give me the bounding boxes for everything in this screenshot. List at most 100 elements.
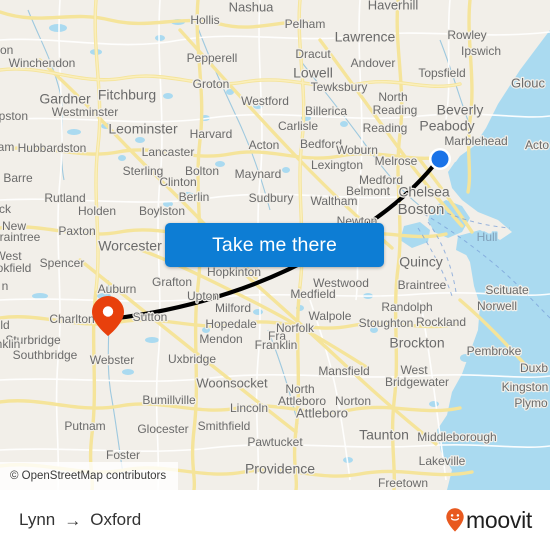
- map-place-label: Auburn: [98, 282, 137, 296]
- map-place-label: Hopedale: [205, 317, 257, 331]
- map-place-label: Lowell: [293, 65, 333, 81]
- map-place-label: Lexington: [311, 158, 363, 172]
- map-canvas[interactable]: Nashua Haverhill Hollis Pelham Lawrence Rowle…: [0, 0, 550, 490]
- map-place-label: Middleborough: [417, 430, 496, 444]
- map-place-label: Boylston: [139, 204, 185, 218]
- map-place-label: Worcester: [98, 238, 162, 254]
- map-place-label: Glouc: [511, 75, 545, 90]
- map-place-label: Sudbury: [249, 191, 294, 205]
- map-place-label: Paxton: [58, 224, 95, 238]
- map-place-label: Woonsocket: [196, 375, 268, 390]
- map-place-label: Southbridge: [13, 348, 78, 362]
- map-place-label: Glocester: [137, 422, 188, 436]
- map-place-label: Peabody: [419, 118, 474, 134]
- map-place-label: Topsfield: [418, 66, 465, 80]
- osm-attribution[interactable]: © OpenStreetMap contributors: [0, 462, 179, 490]
- map-place-label: Acto: [525, 138, 549, 152]
- origin-marker[interactable]: [429, 148, 451, 170]
- map-place-label: Carlisle: [278, 119, 318, 133]
- map-place-label: Medfield: [290, 287, 335, 301]
- map-place-label: Pelham: [285, 17, 326, 31]
- map-place-label: Holden: [78, 204, 116, 218]
- route-destination-label: Oxford: [90, 510, 142, 529]
- map-place-label: Hopkinton: [207, 265, 261, 279]
- map-place-label: Rockland: [416, 315, 466, 329]
- map-place-label: Andover: [351, 56, 396, 70]
- map-place-label: Smithfield: [198, 419, 251, 433]
- moovit-route-screenshot: Nashua Haverhill Hollis Pelham Lawrence Rowle…: [0, 0, 550, 550]
- map-place-label: Westminster: [52, 105, 118, 119]
- map-place-label: Charlton: [49, 312, 94, 326]
- map-place-label: Woburn: [336, 143, 378, 157]
- route-origin-label: Lynn: [19, 510, 56, 529]
- map-place-label: Hollis: [190, 13, 219, 27]
- map-place-label: Lawrence: [335, 29, 396, 45]
- map-place-label: Franklin: [255, 338, 298, 352]
- map-place-label: Fitchburg: [98, 87, 156, 103]
- map-place-label: Walpole: [309, 309, 352, 323]
- map-place-label: Braintree: [398, 278, 447, 292]
- map-place-label: Rutland: [44, 191, 85, 205]
- map-place-label: Norwell: [477, 299, 517, 313]
- map-place-label: Quincy: [399, 254, 443, 270]
- map-place-label: Milford: [215, 301, 251, 315]
- map-place-label: Reading: [373, 103, 418, 117]
- map-place-label: Westford: [241, 94, 289, 108]
- map-place-label: Ipswich: [461, 44, 501, 58]
- map-place-label: Grafton: [152, 275, 192, 289]
- map-place-label: Scituate: [485, 283, 529, 297]
- map-place-label: Stoughton: [359, 316, 414, 330]
- map-place-label: Plymo: [514, 396, 548, 410]
- map-place-label: Clinton: [159, 175, 196, 189]
- map-place-label: Groton: [193, 77, 230, 91]
- map-place-label: Randolph: [381, 300, 432, 314]
- map-place-label: Winchendon: [9, 56, 76, 70]
- map-place-label: Billerica: [305, 104, 347, 118]
- osm-attribution-text: © OpenStreetMap contributors: [10, 470, 167, 482]
- map-place-label: North: [378, 90, 407, 104]
- map-place-label: Acton: [249, 138, 280, 152]
- map-place-label: Bumillville: [142, 393, 196, 407]
- footer-bar: Lynn → Oxford moovit: [0, 490, 550, 550]
- map-place-label: Lakeville: [419, 454, 466, 468]
- map-place-label: Sutton: [133, 310, 168, 324]
- take-me-there-button[interactable]: Take me there: [165, 223, 384, 267]
- map-place-label: ipston: [0, 109, 28, 123]
- map-place-label: Taunton: [359, 427, 409, 443]
- map-place-label: Reading: [363, 121, 408, 135]
- map-place-label: Kingston: [502, 380, 549, 394]
- map-place-label: Webster: [90, 353, 134, 367]
- map-place-label: Maynard: [235, 167, 282, 181]
- map-place-label: Pawtucket: [247, 435, 303, 449]
- map-place-label: Dracut: [295, 47, 331, 61]
- map-place-label: Lancaster: [142, 145, 195, 159]
- map-place-label: Putnam: [64, 419, 105, 433]
- map-place-label: Haverhill: [368, 0, 419, 12]
- map-place-label: raintree: [0, 230, 41, 244]
- map-place-label: Pepperell: [187, 51, 238, 65]
- moovit-wordmark: moovit: [466, 506, 532, 533]
- map-place-label: Providence: [245, 461, 315, 477]
- map-place-label: Harvard: [190, 127, 233, 141]
- map-place-label: Brockton: [389, 335, 444, 351]
- map-place-label: nklin: [0, 337, 20, 351]
- map-place-label: Beverly: [437, 102, 484, 118]
- moovit-logo[interactable]: moovit: [445, 507, 532, 534]
- map-place-label: Duxb: [520, 361, 548, 375]
- map-place-label: Attleboro: [296, 405, 348, 420]
- map-place-label: Bridgewater: [385, 375, 449, 389]
- map-place-label: Sterling: [123, 164, 164, 178]
- map-place-label: Chelsea: [398, 184, 450, 200]
- map-place-label: Foster: [106, 448, 140, 462]
- map-place-label: Rowley: [447, 28, 486, 42]
- map-place-label: Lincoln: [230, 401, 268, 415]
- map-place-label: Boston: [398, 201, 445, 218]
- map-place-label: Marblehead: [444, 134, 507, 148]
- route-summary: Lynn → Oxford: [19, 510, 141, 530]
- map-place-label: ck: [0, 202, 12, 216]
- map-place-label: Leominster: [108, 121, 178, 137]
- map-place-label: Barre: [3, 171, 33, 185]
- map-place-label: Waltham: [311, 194, 358, 208]
- map-place-label: Melrose: [375, 154, 418, 168]
- map-place-label: ld: [0, 318, 9, 332]
